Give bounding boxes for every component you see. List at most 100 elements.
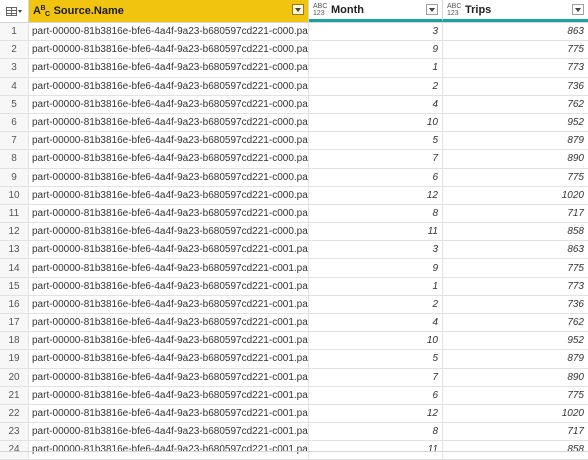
cell-month[interactable]: 12 bbox=[309, 404, 443, 423]
row-number[interactable]: 11 bbox=[0, 204, 29, 223]
cell-trips[interactable]: 879 bbox=[443, 350, 588, 367]
column-header-source-name[interactable]: ABC Source.Name bbox=[29, 0, 309, 22]
table-row[interactable]: 20 part-00000-81b3816e-bfe6-4a4f-9a23-b68… bbox=[0, 368, 588, 387]
cell-month[interactable]: 4 bbox=[309, 314, 443, 332]
cell-trips[interactable]: 775 bbox=[443, 169, 588, 186]
cell-source-name[interactable]: part-00000-81b3816e-bfe6-4a4f-9a23-b6805… bbox=[29, 386, 309, 404]
cell-source-name[interactable]: part-00000-81b3816e-bfe6-4a4f-9a23-b6805… bbox=[29, 350, 309, 368]
cell-trips[interactable]: 890 bbox=[443, 150, 588, 167]
row-number[interactable]: 17 bbox=[0, 314, 29, 332]
any-type-icon[interactable]: ABC 123 bbox=[313, 3, 327, 17]
cell-trips[interactable]: 762 bbox=[443, 314, 588, 331]
row-number[interactable]: 16 bbox=[0, 295, 29, 313]
cell-source-name[interactable]: part-00000-81b3816e-bfe6-4a4f-9a23-b6805… bbox=[29, 186, 309, 204]
table-row[interactable]: 14 part-00000-81b3816e-bfe6-4a4f-9a23-b68… bbox=[0, 259, 588, 278]
cell-month[interactable]: 4 bbox=[309, 95, 443, 113]
cell-source-name[interactable]: part-00000-81b3816e-bfe6-4a4f-9a23-b6805… bbox=[29, 332, 309, 350]
cell-source-name[interactable]: part-00000-81b3816e-bfe6-4a4f-9a23-b6805… bbox=[29, 23, 309, 41]
cell-month[interactable]: 2 bbox=[309, 295, 443, 313]
cell-trips[interactable]: 858 bbox=[443, 441, 588, 458]
row-number[interactable]: 23 bbox=[0, 423, 29, 441]
table-row[interactable]: 8 part-00000-81b3816e-bfe6-4a4f-9a23-b680… bbox=[0, 150, 588, 169]
table-row[interactable]: 11 part-00000-81b3816e-bfe6-4a4f-9a23-b68… bbox=[0, 204, 588, 224]
cell-trips[interactable]: 863 bbox=[443, 23, 588, 40]
table-row[interactable]: 7 part-00000-81b3816e-bfe6-4a4f-9a23-b680… bbox=[0, 132, 588, 151]
row-number[interactable]: 2 bbox=[0, 41, 29, 59]
row-number[interactable]: 5 bbox=[0, 95, 29, 113]
column-filter-dropdown[interactable] bbox=[292, 4, 304, 15]
row-number[interactable]: 8 bbox=[0, 150, 29, 168]
row-number[interactable]: 13 bbox=[0, 241, 29, 259]
cell-month[interactable]: 3 bbox=[309, 241, 443, 259]
table-row[interactable]: 19 part-00000-81b3816e-bfe6-4a4f-9a23-b68… bbox=[0, 350, 588, 369]
cell-source-name[interactable]: part-00000-81b3816e-bfe6-4a4f-9a23-b6805… bbox=[29, 441, 309, 459]
cell-source-name[interactable]: part-00000-81b3816e-bfe6-4a4f-9a23-b6805… bbox=[29, 368, 309, 386]
cell-month[interactable]: 8 bbox=[309, 423, 443, 441]
table-row[interactable]: 4 part-00000-81b3816e-bfe6-4a4f-9a23-b680… bbox=[0, 77, 588, 96]
row-number[interactable]: 6 bbox=[0, 113, 29, 132]
any-type-icon[interactable]: ABC 123 bbox=[447, 3, 461, 17]
row-number[interactable]: 15 bbox=[0, 277, 29, 295]
row-number[interactable]: 20 bbox=[0, 368, 29, 386]
cell-source-name[interactable]: part-00000-81b3816e-bfe6-4a4f-9a23-b6805… bbox=[29, 132, 309, 150]
cell-month[interactable]: 5 bbox=[309, 350, 443, 368]
row-number[interactable]: 19 bbox=[0, 350, 29, 368]
cell-source-name[interactable]: part-00000-81b3816e-bfe6-4a4f-9a23-b6805… bbox=[29, 404, 309, 423]
cell-trips[interactable]: 775 bbox=[443, 41, 588, 58]
cell-source-name[interactable]: part-00000-81b3816e-bfe6-4a4f-9a23-b6805… bbox=[29, 277, 309, 295]
column-filter-dropdown[interactable] bbox=[572, 4, 584, 15]
cell-trips[interactable]: 858 bbox=[443, 223, 588, 240]
cell-month[interactable]: 2 bbox=[309, 77, 443, 95]
cell-trips[interactable]: 736 bbox=[443, 78, 588, 95]
cell-trips[interactable]: 717 bbox=[443, 423, 588, 440]
cell-month[interactable]: 6 bbox=[309, 168, 443, 186]
table-row[interactable]: 6 part-00000-81b3816e-bfe6-4a4f-9a23-b680… bbox=[0, 113, 588, 133]
row-number[interactable]: 24 bbox=[0, 441, 29, 459]
table-row[interactable]: 17 part-00000-81b3816e-bfe6-4a4f-9a23-b68… bbox=[0, 314, 588, 333]
row-number[interactable]: 22 bbox=[0, 404, 29, 423]
table-row[interactable]: 15 part-00000-81b3816e-bfe6-4a4f-9a23-b68… bbox=[0, 277, 588, 296]
cell-trips[interactable]: 775 bbox=[443, 259, 588, 276]
cell-trips[interactable]: 773 bbox=[443, 278, 588, 295]
cell-month[interactable]: 1 bbox=[309, 277, 443, 295]
table-row[interactable]: 5 part-00000-81b3816e-bfe6-4a4f-9a23-b680… bbox=[0, 95, 588, 114]
cell-source-name[interactable]: part-00000-81b3816e-bfe6-4a4f-9a23-b6805… bbox=[29, 150, 309, 168]
cell-source-name[interactable]: part-00000-81b3816e-bfe6-4a4f-9a23-b6805… bbox=[29, 168, 309, 186]
table-row[interactable]: 2 part-00000-81b3816e-bfe6-4a4f-9a23-b680… bbox=[0, 41, 588, 60]
cell-trips[interactable]: 717 bbox=[443, 205, 588, 222]
cell-trips[interactable]: 1020 bbox=[443, 405, 588, 422]
table-row[interactable]: 10 part-00000-81b3816e-bfe6-4a4f-9a23-b68… bbox=[0, 186, 588, 205]
cell-source-name[interactable]: part-00000-81b3816e-bfe6-4a4f-9a23-b6805… bbox=[29, 295, 309, 313]
table-row[interactable]: 23 part-00000-81b3816e-bfe6-4a4f-9a23-b68… bbox=[0, 423, 588, 442]
row-number[interactable]: 21 bbox=[0, 386, 29, 404]
cell-month[interactable]: 1 bbox=[309, 59, 443, 77]
row-number[interactable]: 4 bbox=[0, 77, 29, 95]
table-row[interactable]: 18 part-00000-81b3816e-bfe6-4a4f-9a23-b68… bbox=[0, 332, 588, 351]
cell-source-name[interactable]: part-00000-81b3816e-bfe6-4a4f-9a23-b6805… bbox=[29, 259, 309, 277]
cell-source-name[interactable]: part-00000-81b3816e-bfe6-4a4f-9a23-b6805… bbox=[29, 59, 309, 77]
column-filter-dropdown[interactable] bbox=[426, 4, 438, 15]
cell-month[interactable]: 8 bbox=[309, 204, 443, 223]
cell-trips[interactable]: 952 bbox=[443, 114, 588, 131]
cell-trips[interactable]: 863 bbox=[443, 241, 588, 258]
cell-source-name[interactable]: part-00000-81b3816e-bfe6-4a4f-9a23-b6805… bbox=[29, 204, 309, 223]
cell-source-name[interactable]: part-00000-81b3816e-bfe6-4a4f-9a23-b6805… bbox=[29, 113, 309, 132]
table-menu-button[interactable] bbox=[0, 0, 29, 22]
text-type-icon[interactable]: ABC bbox=[33, 5, 50, 18]
row-number[interactable]: 9 bbox=[0, 168, 29, 186]
cell-source-name[interactable]: part-00000-81b3816e-bfe6-4a4f-9a23-b6805… bbox=[29, 95, 309, 113]
cell-trips[interactable]: 762 bbox=[443, 96, 588, 113]
table-row[interactable]: 9 part-00000-81b3816e-bfe6-4a4f-9a23-b680… bbox=[0, 168, 588, 187]
cell-month[interactable]: 3 bbox=[309, 23, 443, 41]
cell-month[interactable]: 6 bbox=[309, 386, 443, 404]
cell-source-name[interactable]: part-00000-81b3816e-bfe6-4a4f-9a23-b6805… bbox=[29, 423, 309, 441]
table-row[interactable]: 3 part-00000-81b3816e-bfe6-4a4f-9a23-b680… bbox=[0, 59, 588, 78]
cell-month[interactable]: 10 bbox=[309, 332, 443, 350]
row-number[interactable]: 7 bbox=[0, 132, 29, 150]
table-row[interactable]: 1 part-00000-81b3816e-bfe6-4a4f-9a23-b680… bbox=[0, 23, 588, 42]
cell-month[interactable]: 5 bbox=[309, 132, 443, 150]
cell-source-name[interactable]: part-00000-81b3816e-bfe6-4a4f-9a23-b6805… bbox=[29, 223, 309, 241]
column-header-trips[interactable]: ABC 123 Trips bbox=[443, 0, 588, 22]
table-row[interactable]: 12 part-00000-81b3816e-bfe6-4a4f-9a23-b68… bbox=[0, 223, 588, 242]
cell-month[interactable]: 9 bbox=[309, 41, 443, 59]
